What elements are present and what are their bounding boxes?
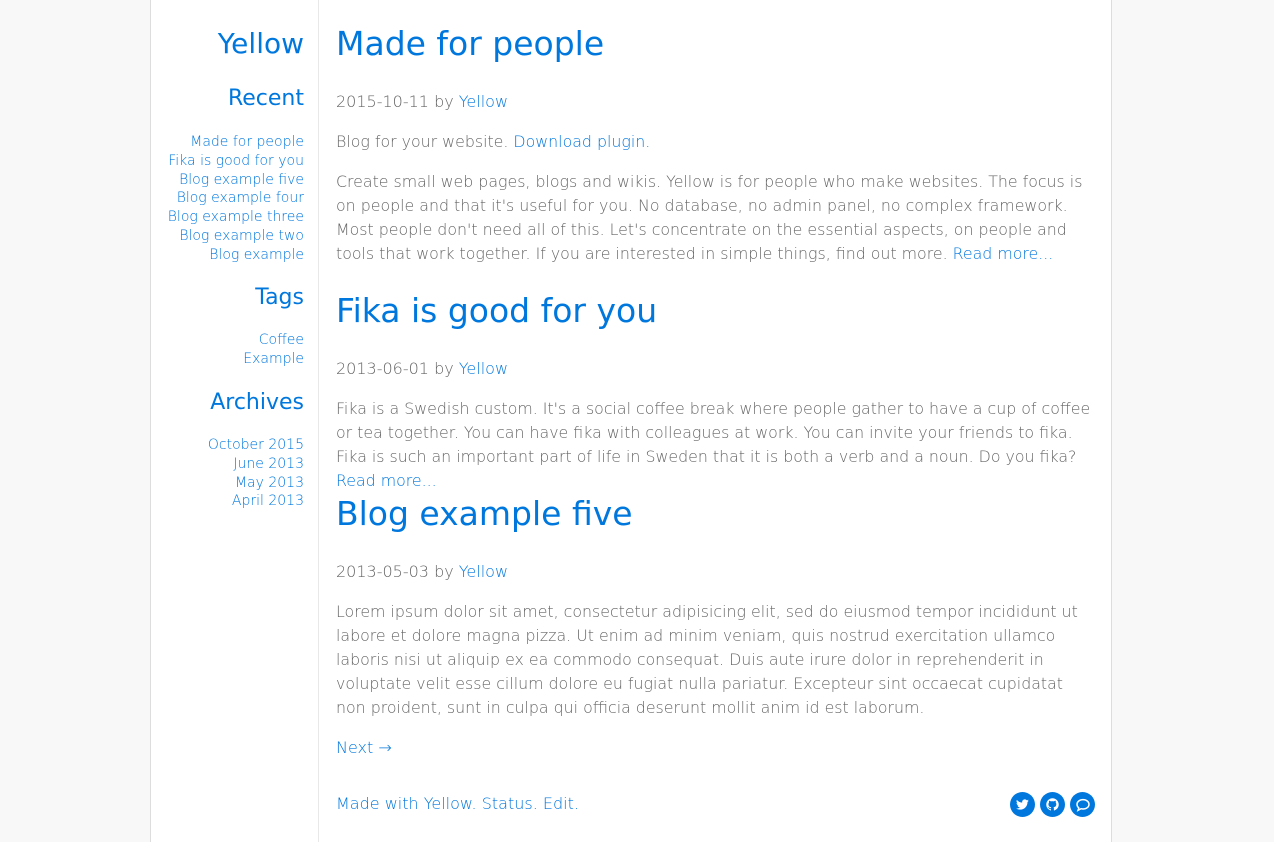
body-text: Lorem ipsum dolor sit amet, consectetur … xyxy=(336,602,1078,717)
list-item: June 2013 xyxy=(208,455,304,474)
author-link[interactable]: Yellow xyxy=(459,359,508,378)
recent-link[interactable]: Blog example xyxy=(209,247,304,263)
post-title[interactable]: Fika is good for you xyxy=(336,291,657,330)
made-with-link[interactable]: Made with Yellow. xyxy=(336,794,477,813)
next-page-link[interactable]: Next → xyxy=(336,738,392,757)
tag-link[interactable]: Example xyxy=(243,351,304,367)
list-item: Blog example two xyxy=(168,227,304,246)
list-item: October 2015 xyxy=(208,436,304,455)
download-plugin-link[interactable]: Download plugin. xyxy=(513,132,650,151)
recent-link[interactable]: Made for people xyxy=(190,134,304,150)
archive-link[interactable]: May 2013 xyxy=(235,475,304,491)
read-more-link[interactable]: Read more... xyxy=(953,244,1054,263)
tag-link[interactable]: Coffee xyxy=(259,332,304,348)
edit-link[interactable]: Edit. xyxy=(543,794,579,813)
archives-heading: Archives xyxy=(210,390,304,415)
body-text: Fika is a Swedish custom. It's a social … xyxy=(336,399,1091,466)
twitter-icon[interactable] xyxy=(1010,792,1035,817)
archives-list: October 2015 June 2013 May 2013 April 20… xyxy=(208,436,304,511)
archive-link[interactable]: April 2013 xyxy=(232,493,304,509)
recent-link[interactable]: Blog example four xyxy=(177,190,304,206)
recent-link[interactable]: Blog example five xyxy=(179,172,304,188)
post-date: 2013-06-01 xyxy=(336,359,429,378)
page: Yellow Recent Made for people Fika is go… xyxy=(150,0,1112,842)
post-by: by xyxy=(428,92,459,111)
recent-link[interactable]: Fika is good for you xyxy=(168,153,304,169)
post-by: by xyxy=(428,562,459,581)
archive-link[interactable]: June 2013 xyxy=(233,456,304,472)
sidebar: Yellow Recent Made for people Fika is go… xyxy=(151,0,319,842)
list-item: Blog example five xyxy=(168,171,304,190)
chat-icon[interactable] xyxy=(1070,792,1095,817)
post-title[interactable]: Made for people xyxy=(336,24,604,63)
list-item: May 2013 xyxy=(208,474,304,493)
post-date: 2015-10-11 xyxy=(336,92,429,111)
author-link[interactable]: Yellow xyxy=(459,92,508,111)
author-link[interactable]: Yellow xyxy=(459,562,508,581)
list-item: Blog example xyxy=(168,246,304,265)
tags-list: Coffee Example xyxy=(243,331,304,369)
tags-heading: Tags xyxy=(255,285,304,310)
post-body: Fika is a Swedish custom. It's a social … xyxy=(336,397,1094,493)
social-links xyxy=(1010,792,1095,817)
list-item: Blog example four xyxy=(168,189,304,208)
post-date: 2013-05-03 xyxy=(336,562,429,581)
recent-link[interactable]: Blog example two xyxy=(179,228,304,244)
list-item: Fika is good for you xyxy=(168,152,304,171)
list-item: April 2013 xyxy=(208,492,304,511)
post-meta: 2015-10-11 by Yellow xyxy=(336,92,508,111)
list-item: Example xyxy=(243,350,304,369)
list-item: Coffee xyxy=(243,331,304,350)
post-by: by xyxy=(428,359,459,378)
intro-text: Blog for your website. xyxy=(336,132,514,151)
recent-list: Made for people Fika is good for you Blo… xyxy=(168,133,304,265)
status-link[interactable]: Status. xyxy=(482,794,538,813)
post-body: Lorem ipsum dolor sit amet, consectetur … xyxy=(336,600,1094,720)
post-title[interactable]: Blog example five xyxy=(336,494,633,533)
list-item: Blog example three xyxy=(168,208,304,227)
read-more-link[interactable]: Read more... xyxy=(336,471,437,490)
post-meta: 2013-06-01 by Yellow xyxy=(336,359,508,378)
github-icon[interactable] xyxy=(1040,792,1065,817)
recent-heading: Recent xyxy=(227,86,304,111)
site-title[interactable]: Yellow xyxy=(218,27,304,60)
footer: Made with Yellow. Status. Edit. xyxy=(336,794,579,813)
archive-link[interactable]: October 2015 xyxy=(208,437,304,453)
post-meta: 2013-05-03 by Yellow xyxy=(336,562,508,581)
list-item: Made for people xyxy=(168,133,304,152)
post-intro: Blog for your website. Download plugin. xyxy=(336,130,1094,154)
post-body: Create small web pages, blogs and wikis.… xyxy=(336,170,1094,266)
recent-link[interactable]: Blog example three xyxy=(168,209,304,225)
